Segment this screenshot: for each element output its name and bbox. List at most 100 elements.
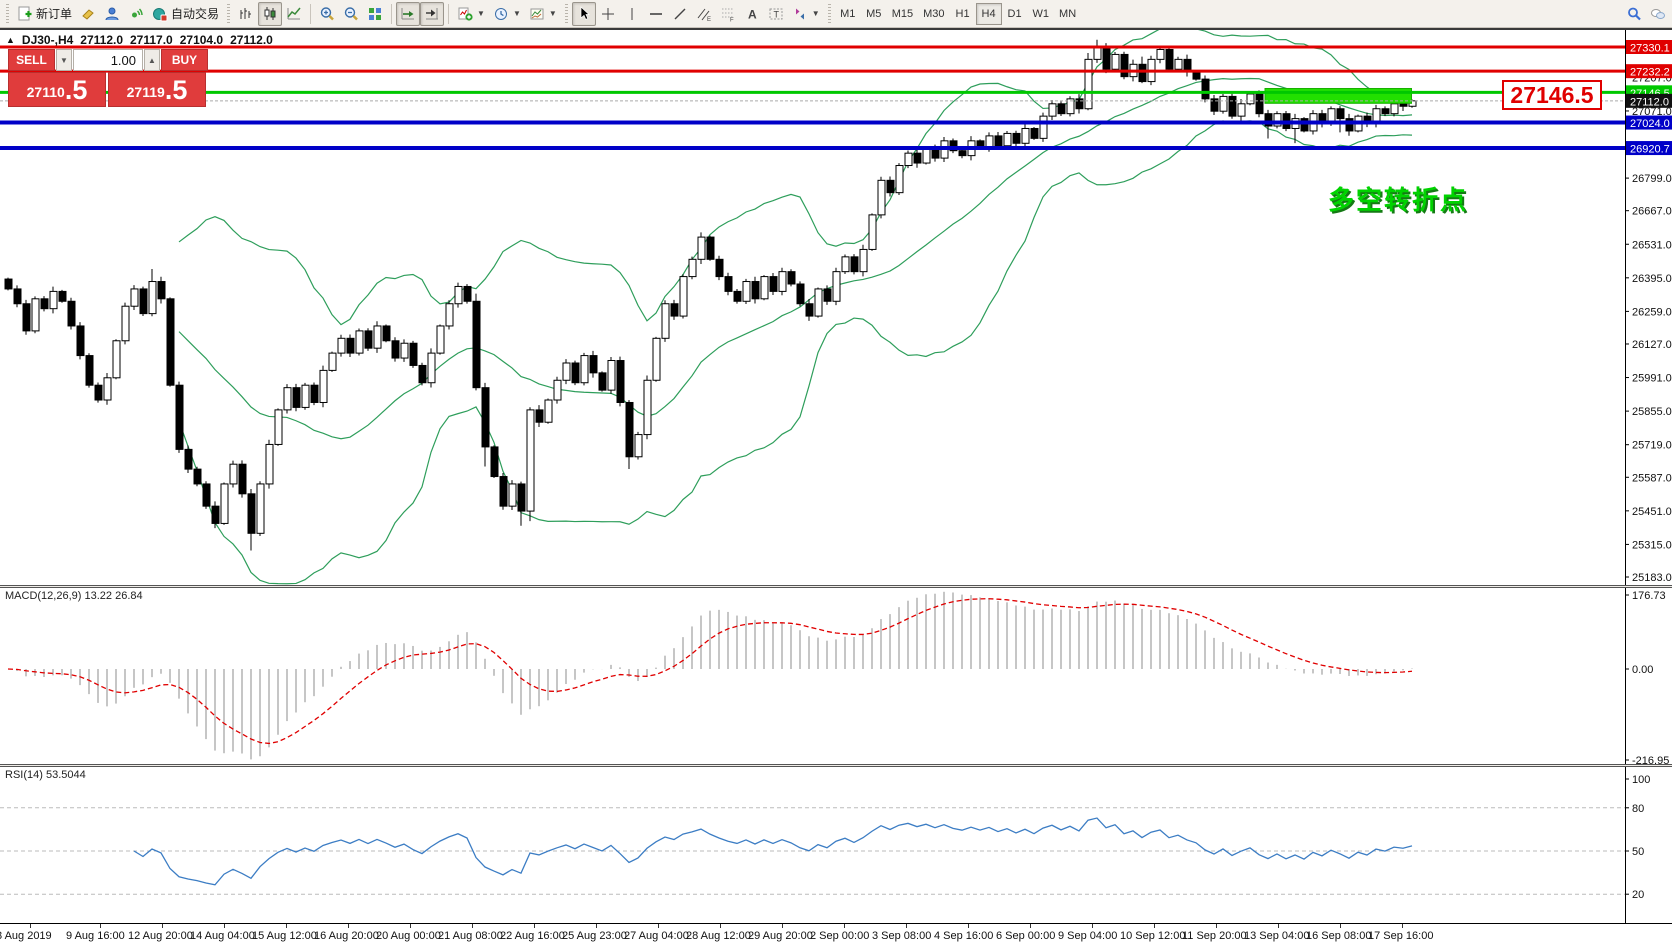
svg-text:26531.0: 26531.0 (1632, 239, 1672, 251)
indicators-icon (457, 6, 473, 22)
auto-scroll-button[interactable] (396, 2, 420, 26)
line-chart-button[interactable] (282, 2, 306, 26)
vertical-line-button[interactable] (620, 2, 644, 26)
buy-price-main: 27119 (127, 82, 165, 104)
equidistant-channel-button[interactable]: E (692, 2, 716, 26)
time-axis-tick (534, 924, 535, 928)
time-axis-label: 12 Aug 20:00 (128, 930, 193, 942)
candlestick-chart-button[interactable] (258, 2, 282, 26)
new-order-button[interactable]: 新订单 (13, 2, 76, 26)
indicators-button[interactable]: ▼ (453, 2, 489, 26)
time-axis-tick (162, 924, 163, 928)
broadcast-icon (128, 6, 144, 22)
chinese-annotation-text[interactable]: 多空转折点 (1328, 180, 1468, 217)
eraser-button[interactable] (76, 2, 100, 26)
rsi-chart[interactable]: 100805020 (0, 767, 1672, 923)
toolbar-grip (227, 4, 230, 24)
toolbar-grip (828, 4, 831, 24)
candlestick-chart[interactable]: 27207.027071.026799.026667.026531.026395… (0, 30, 1672, 585)
cursor-icon (576, 6, 592, 22)
time-axis-label: 15 Aug 12:00 (252, 930, 317, 942)
sell-button[interactable]: SELL (8, 49, 55, 71)
macd-value-2: 26.84 (115, 590, 143, 602)
search-button[interactable] (1622, 2, 1646, 26)
buy-button[interactable]: BUY (161, 49, 208, 71)
svg-text:26799.0: 26799.0 (1632, 173, 1672, 185)
macd-panel: MACD(12,26,9) 13.22 26.84 176.730.00-216… (0, 588, 1672, 764)
templates-button[interactable]: ▼ (525, 2, 561, 26)
zoom-in-button[interactable] (315, 2, 339, 26)
svg-text:E: E (707, 17, 711, 22)
time-axis-label: 22 Aug 16:00 (500, 930, 565, 942)
text-label-button[interactable]: T (764, 2, 788, 26)
time-axis[interactable]: 8 Aug 20199 Aug 16:0012 Aug 20:0014 Aug … (0, 923, 1672, 950)
timeframe-m30-button[interactable]: M30 (918, 3, 949, 25)
chart-shift-button[interactable] (420, 2, 444, 26)
svg-text:26667.0: 26667.0 (1632, 206, 1672, 218)
timeframe-h4-button[interactable]: H4 (976, 3, 1002, 25)
horizontal-line-button[interactable] (644, 2, 668, 26)
time-axis-label: 28 Aug 12:00 (686, 930, 751, 942)
svg-text:25183.0: 25183.0 (1632, 572, 1672, 584)
timeframe-m15-button[interactable]: M15 (887, 3, 918, 25)
timeframe-m5-button[interactable]: M5 (861, 3, 887, 25)
time-axis-tick (410, 924, 411, 928)
trendline-button[interactable] (668, 2, 692, 26)
time-axis-tick (1092, 924, 1093, 928)
timeframe-mn-button[interactable]: MN (1054, 3, 1081, 25)
volume-input[interactable] (73, 49, 143, 71)
periods-button[interactable]: ▼ (489, 2, 525, 26)
timeframe-h1-button[interactable]: H1 (950, 3, 976, 25)
time-axis-tick (224, 924, 225, 928)
chart-window: ▲ DJ30-,H4 27112.0 27117.0 27104.0 27112… (0, 28, 1672, 950)
timeframe-w1-button[interactable]: W1 (1028, 3, 1055, 25)
toolbar-grip (565, 4, 568, 24)
tile-windows-button[interactable] (363, 2, 387, 26)
arrows-button[interactable]: ▼ (788, 2, 824, 26)
text-button[interactable]: A (740, 2, 764, 26)
auto-trading-button[interactable]: 自动交易 (148, 2, 223, 26)
time-axis-tick (844, 924, 845, 928)
bars-icon (238, 6, 254, 22)
svg-text:100: 100 (1632, 774, 1650, 786)
linechart-icon (286, 6, 302, 22)
svg-text:26395.0: 26395.0 (1632, 273, 1672, 285)
autoscroll-icon (400, 6, 416, 22)
svg-text:-216.95: -216.95 (1632, 755, 1669, 764)
community-button[interactable] (1646, 2, 1670, 26)
bar-chart-button[interactable] (234, 2, 258, 26)
time-axis-tick (968, 924, 969, 928)
collapse-arrow-icon[interactable]: ▲ (6, 35, 15, 45)
crosshair-icon (600, 6, 616, 22)
zoom-out-button[interactable] (339, 2, 363, 26)
sell-price-button[interactable]: 27110.5 (8, 72, 106, 107)
time-axis-tick (348, 924, 349, 928)
timeframe-d1-button[interactable]: D1 (1002, 3, 1028, 25)
rsi-label: RSI(14) 53.5044 (5, 769, 86, 781)
doc-plus-icon (17, 6, 33, 22)
separator (391, 4, 392, 24)
volume-decrease-button[interactable]: ▼ (56, 49, 72, 71)
svg-text:25587.0: 25587.0 (1632, 472, 1672, 484)
time-axis-tick (1340, 924, 1341, 928)
svg-text:80: 80 (1632, 803, 1644, 815)
time-axis-label: 6 Sep 00:00 (996, 930, 1055, 942)
buy-price-button[interactable]: 27119.5 (108, 72, 206, 107)
fibonacci-button[interactable]: F (716, 2, 740, 26)
timeframe-m1-button[interactable]: M1 (835, 3, 861, 25)
crosshair-button[interactable] (596, 2, 620, 26)
macd-chart[interactable]: 176.730.00-216.95 (0, 588, 1672, 764)
profile-button[interactable] (100, 2, 124, 26)
time-axis-tick (1402, 924, 1403, 928)
channel-icon: E (696, 6, 712, 22)
broadcast-button[interactable] (124, 2, 148, 26)
chartshift-icon (424, 6, 440, 22)
main-chart-panel: ▲ DJ30-,H4 27112.0 27117.0 27104.0 27112… (0, 30, 1672, 585)
svg-text:27024.0: 27024.0 (1630, 118, 1670, 130)
svg-text:27112.0: 27112.0 (1630, 96, 1669, 108)
search-icon (1626, 6, 1642, 22)
volume-increase-button[interactable]: ▲ (144, 49, 160, 71)
cursor-button[interactable] (572, 2, 596, 26)
price-level-text-object[interactable]: 27146.5 (1502, 80, 1602, 110)
macd-value-1: 13.22 (84, 590, 112, 602)
